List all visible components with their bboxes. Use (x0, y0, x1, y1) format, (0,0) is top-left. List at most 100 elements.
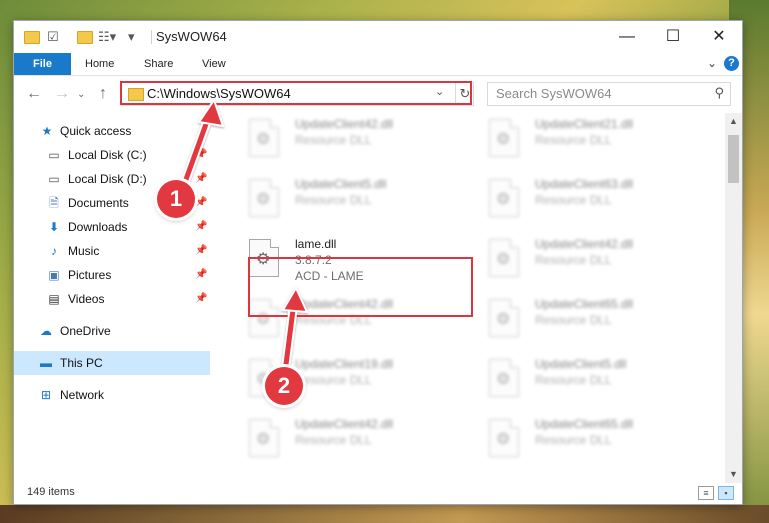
address-path[interactable]: C:\Windows\SysWOW64 (147, 86, 291, 101)
star-icon: ★ (41, 124, 53, 138)
customize-toolbar-icon[interactable]: ☷▾ (98, 29, 116, 45)
dll-file-icon: ⚙ (489, 299, 519, 337)
file-item[interactable]: ⚙ UpdateClient5.dll Resource DLL (481, 353, 711, 409)
pin-icon[interactable]: 📌 (195, 287, 207, 311)
expand-ribbon-icon[interactable]: ⌄ (707, 56, 717, 70)
file-description: Resource DLL (535, 193, 612, 207)
sidebar-item-label: Documents (68, 196, 129, 210)
file-item[interactable]: ⚙ UpdateClient21.dll Resource DLL (481, 113, 711, 169)
network-icon: ⊞ (40, 388, 52, 402)
help-button[interactable]: ? (724, 56, 739, 71)
sidebar-item-downloads[interactable]: ⬇ Downloads 📌 (14, 215, 210, 239)
pin-icon[interactable]: 📌 (195, 191, 207, 215)
navigation-bar: ← → ⌄ ↑ C:\Windows\SysWOW64 ⌄ ↻ Search S… (14, 76, 742, 112)
sidebar-item-videos[interactable]: ▤ Videos 📌 (14, 287, 210, 311)
dll-file-icon: ⚙ (489, 179, 519, 217)
file-name: UpdateClient65.dll (535, 417, 634, 431)
dll-file-icon: ⚙ (489, 419, 519, 457)
tab-view[interactable]: View (202, 53, 226, 75)
tab-file[interactable]: File (14, 53, 71, 75)
sidebar-item-onedrive[interactable]: ☁ OneDrive (14, 319, 210, 343)
dll-file-icon: ⚙ (249, 119, 279, 157)
recent-locations-icon[interactable]: ⌄ (77, 89, 85, 100)
address-bar[interactable]: C:\Windows\SysWOW64 ⌄ ↻ (121, 82, 474, 106)
up-arrow-icon[interactable]: ↑ (99, 85, 107, 103)
details-view-icon[interactable]: ≡ (698, 486, 714, 500)
close-button[interactable]: ✕ (696, 21, 742, 53)
drive-icon: ▭ (48, 172, 60, 186)
sidebar-item-this-pc[interactable]: ▬ This PC (14, 351, 210, 375)
file-description: Resource DLL (535, 253, 612, 267)
forward-arrow-icon[interactable]: → (54, 85, 70, 103)
sidebar-item-network[interactable]: ⊞ Network (14, 383, 210, 407)
lame-dll-highlight-box (248, 257, 473, 317)
desktop-wallpaper-bottom (0, 505, 769, 523)
sidebar-item-label: Network (60, 388, 105, 402)
title-bar: ☑ ☷▾ ▾ SysWOW64 — ☐ ✕ (14, 21, 742, 53)
folder-icon (24, 31, 40, 44)
file-item[interactable]: ⚙ UpdateClient42.dll Resource DLL (241, 113, 471, 169)
ribbon-tabs: File Home Share View ⌄ ? (14, 53, 742, 76)
sidebar-item-label: Quick access (60, 124, 132, 138)
pictures-icon: ▣ (48, 268, 60, 282)
scroll-up-icon[interactable]: ▲ (725, 113, 742, 130)
tab-home[interactable]: Home (85, 53, 114, 75)
sidebar-item-label: Music (68, 244, 100, 258)
music-icon: ♪ (51, 244, 57, 258)
file-item[interactable]: ⚙ UpdateClient42.dll Resource DLL (481, 233, 711, 289)
search-icon[interactable]: ⚲ (714, 85, 724, 101)
file-name: UpdateClient42.dll (295, 117, 394, 131)
scroll-thumb[interactable] (728, 135, 739, 183)
sidebar-item-local-disk-c[interactable]: ▭ Local Disk (C:) 📌 (14, 143, 210, 167)
sidebar-item-label: This PC (60, 356, 103, 370)
documents-icon: 🗎 (49, 196, 59, 210)
dll-file-icon: ⚙ (489, 359, 519, 397)
pin-icon[interactable]: 📌 (195, 143, 207, 167)
pin-icon[interactable]: 📌 (195, 239, 207, 263)
sidebar-item-label: Downloads (68, 220, 128, 234)
properties-icon[interactable]: ☑ (47, 29, 59, 45)
sidebar-item-label: Videos (68, 292, 105, 306)
file-name: UpdateClient5.dll (295, 177, 387, 191)
file-item[interactable]: ⚙ UpdateClient65.dll Resource DLL (481, 413, 711, 469)
sidebar-item-music[interactable]: ♪ Music 📌 (14, 239, 210, 263)
maximize-button[interactable]: ☐ (650, 21, 696, 53)
file-name: UpdateClient21.dll (535, 117, 634, 131)
file-item[interactable]: ⚙ UpdateClient63.dll Resource DLL (481, 173, 711, 229)
file-description: Resource DLL (535, 133, 612, 147)
file-explorer-window: ☑ ☷▾ ▾ SysWOW64 — ☐ ✕ File Home Share Vi… (13, 20, 743, 505)
pin-icon[interactable]: 📌 (195, 215, 207, 239)
sidebar-item-label: Local Disk (D:) (68, 172, 147, 186)
quick-access-dropdown-icon[interactable]: ▾ (128, 29, 135, 45)
scroll-down-icon[interactable]: ▼ (725, 466, 742, 483)
sidebar-item-quick-access[interactable]: ★ Quick access (14, 119, 210, 143)
refresh-icon[interactable]: ↻ (455, 83, 474, 105)
window-title: SysWOW64 (156, 29, 227, 44)
back-arrow-icon[interactable]: ← (26, 85, 42, 103)
dll-file-icon: ⚙ (249, 179, 279, 217)
pin-icon[interactable]: 📌 (195, 263, 207, 287)
tab-share[interactable]: Share (144, 53, 173, 75)
file-item[interactable]: ⚙ UpdateClient42.dll Resource DLL (241, 413, 471, 469)
file-description: Resource DLL (535, 313, 612, 327)
file-description: Resource DLL (295, 193, 372, 207)
address-history-dropdown-icon[interactable]: ⌄ (435, 85, 444, 98)
file-description: Resource DLL (535, 373, 612, 387)
search-placeholder: Search SysWOW64 (496, 86, 612, 101)
sidebar-item-pictures[interactable]: ▣ Pictures 📌 (14, 263, 210, 287)
computer-icon: ▬ (40, 356, 52, 370)
address-folder-icon (128, 88, 144, 101)
vertical-scrollbar[interactable]: ▲ ▼ (725, 113, 742, 483)
file-item[interactable]: ⚙ UpdateClient5.dll Resource DLL (241, 173, 471, 229)
search-input[interactable]: Search SysWOW64 ⚲ (487, 82, 731, 106)
file-description: Resource DLL (295, 133, 372, 147)
large-icons-view-icon[interactable]: ▪ (718, 486, 734, 500)
file-name: UpdateClient65.dll (535, 297, 634, 311)
file-item[interactable]: ⚙ UpdateClient65.dll Resource DLL (481, 293, 711, 349)
dll-file-icon: ⚙ (489, 239, 519, 277)
item-count: 149 items (27, 486, 75, 498)
minimize-button[interactable]: — (604, 21, 650, 53)
new-folder-icon[interactable] (77, 31, 93, 44)
pin-icon[interactable]: 📌 (195, 167, 207, 191)
navigation-pane: ★ Quick access ▭ Local Disk (C:) 📌 ▭ Loc… (14, 113, 210, 483)
